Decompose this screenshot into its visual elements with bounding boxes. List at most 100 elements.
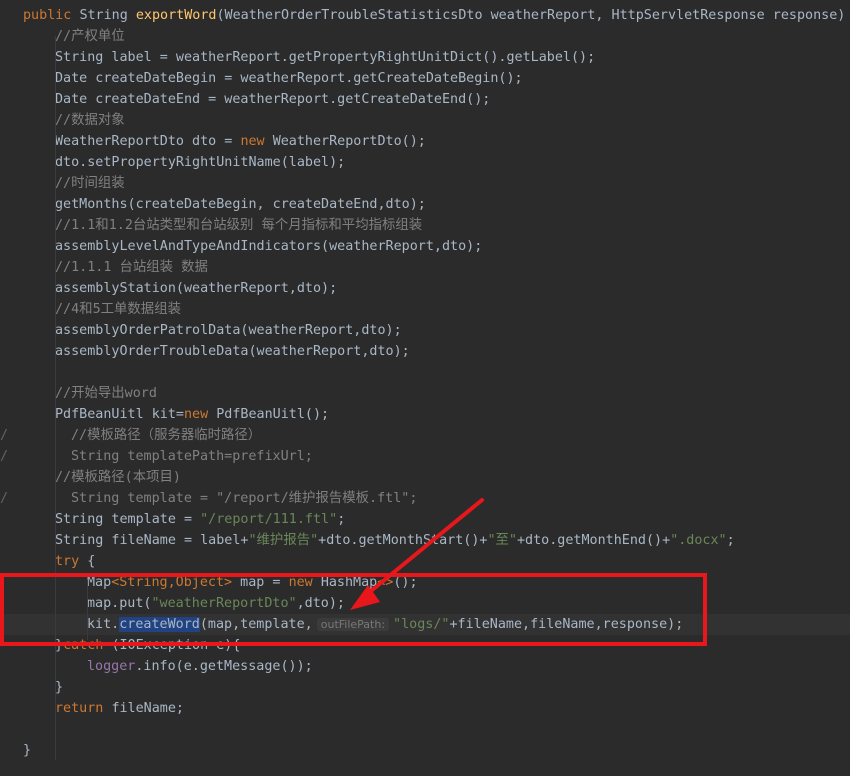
code-line[interactable]: Date createDateBegin = weatherReport.get… — [0, 68, 850, 89]
code-token: assemblyOrderTroubleData(weatherReport,d… — [55, 344, 410, 359]
code-token: String templatePath=prefixUrl; — [71, 449, 313, 464]
code-token: +dto.getMonthEnd()+ — [517, 533, 671, 548]
code-text: PdfBeanUitl kit=new PdfBeanUitl(); — [55, 404, 329, 425]
code-token: dto.setPropertyRightUnitName(label); — [55, 155, 346, 170]
code-text: WeatherReportDto dto = new WeatherReport… — [55, 131, 426, 152]
code-text: //时间组装 — [55, 173, 125, 194]
code-text: } — [23, 740, 31, 761]
code-text: assemblyStation(weatherReport,dto); — [55, 278, 337, 299]
code-text: String label = weatherReport.getProperty… — [55, 47, 595, 68]
code-token: PdfBeanUitl(); — [216, 407, 330, 422]
code-token: String fileName = label+ — [55, 533, 249, 548]
code-token: String template = "/report/维护报告模板.ftl"; — [71, 491, 418, 506]
code-token: String — [79, 8, 136, 23]
code-token: assemblyStation(weatherReport,dto); — [55, 281, 338, 296]
code-line[interactable]: //1.1.1 台站组装 数据 — [0, 257, 850, 278]
code-line[interactable]: WeatherReportDto dto = new WeatherReport… — [0, 131, 850, 152]
code-token: "/report/111.ftl" — [200, 512, 338, 527]
code-token: PdfBeanUitl kit= — [55, 407, 184, 422]
code-line[interactable]: //开始导出word — [0, 383, 850, 404]
code-line[interactable]: //数据对象 — [0, 110, 850, 131]
code-token: +dto.getMonthStart()+ — [318, 533, 488, 548]
code-line[interactable]: assemblyLevelAndTypeAndIndicators(weathe… — [0, 236, 850, 257]
code-line[interactable]: //模板路径(本项目) — [0, 467, 850, 488]
code-line[interactable]: assemblyOrderTroubleData(weatherReport,d… — [0, 341, 850, 362]
code-token: String template = — [55, 512, 201, 527]
code-line[interactable]: String fileName = label+"维护报告"+dto.getMo… — [0, 530, 850, 551]
code-text: assemblyOrderTroubleData(weatherReport,d… — [55, 341, 410, 362]
code-line[interactable]: //产权单位 — [0, 26, 850, 47]
code-text: } — [55, 677, 63, 698]
code-text: String templatePath=prefixUrl; — [71, 446, 313, 467]
code-text: String fileName = label+"维护报告"+dto.getMo… — [55, 530, 735, 551]
code-token: logger — [87, 659, 136, 674]
code-text: String template = "/report/维护报告模板.ftl"; — [71, 488, 417, 509]
code-token: public — [23, 8, 80, 23]
code-text: //开始导出word — [55, 383, 157, 404]
code-token: return — [55, 701, 112, 716]
code-text: //1.1.1 台站组装 数据 — [55, 257, 208, 278]
code-line[interactable]: assemblyOrderPatrolData(weatherReport,dt… — [0, 320, 850, 341]
code-token: ".docx" — [670, 533, 727, 548]
code-line[interactable]: //4和5工单数据组装 — [0, 299, 850, 320]
code-token: "至" — [487, 533, 517, 548]
code-text: getMonths(createDateBegin, createDateEnd… — [55, 194, 426, 215]
code-token: getMonths(createDateBegin, createDateEnd… — [55, 197, 426, 212]
code-token: assemblyLevelAndTypeAndIndicators(weathe… — [55, 239, 483, 254]
code-token: fileName; — [111, 701, 184, 716]
code-line[interactable]: getMonths(createDateBegin, createDateEnd… — [0, 194, 850, 215]
code-token: String label = weatherReport.getProperty… — [55, 50, 596, 65]
code-line[interactable]: assemblyStation(weatherReport,dto); — [0, 278, 850, 299]
code-token: ; — [337, 512, 346, 527]
code-line[interactable]: try { — [0, 551, 850, 572]
code-line[interactable]: / //模板路径（服务器临时路径） — [0, 425, 850, 446]
code-token: //数据对象 — [55, 113, 125, 128]
code-text: //1.1和1.2台站类型和台站级别 每个月指标和平均指标组装 — [55, 215, 422, 236]
gutter-marker: / — [0, 449, 9, 464]
code-text: assemblyLevelAndTypeAndIndicators(weathe… — [55, 236, 482, 257]
code-token: //1.1和1.2台站类型和台站级别 每个月指标和平均指标组装 — [55, 218, 423, 233]
code-line[interactable]: public String exportWord(WeatherOrderTro… — [0, 5, 850, 26]
code-line[interactable]: return fileName; — [0, 698, 850, 719]
code-text: Date createDateEnd = weatherReport.getCr… — [55, 89, 490, 110]
gutter-marker: / — [0, 428, 9, 443]
code-text: public String exportWord(WeatherOrderTro… — [23, 5, 850, 26]
code-text: logger.info(e.getMessage()); — [87, 656, 313, 677]
code-line[interactable] — [0, 719, 850, 740]
code-token: (WeatherOrderTroubleStatisticsDto weathe… — [216, 8, 850, 23]
code-line[interactable]: / String template = "/report/维护报告模板.ftl"; — [0, 488, 850, 509]
code-token: assemblyOrderPatrolData(weatherReport,dt… — [55, 323, 402, 338]
code-token: .info(e.getMessage()); — [135, 659, 313, 674]
code-editor[interactable]: public String exportWord(WeatherOrderTro… — [0, 0, 850, 776]
code-token: } — [23, 743, 32, 758]
code-text: //4和5工单数据组装 — [55, 299, 181, 320]
code-token: new — [240, 134, 273, 149]
code-line[interactable]: / String templatePath=prefixUrl; — [0, 446, 850, 467]
code-line[interactable] — [0, 362, 850, 383]
code-text: dto.setPropertyRightUnitName(label); — [55, 152, 345, 173]
code-line[interactable]: Date createDateEnd = weatherReport.getCr… — [0, 89, 850, 110]
code-line[interactable]: String template = "/report/111.ftl"; — [0, 509, 850, 530]
code-line[interactable]: logger.info(e.getMessage()); — [0, 656, 850, 677]
code-line[interactable]: //1.1和1.2台站类型和台站级别 每个月指标和平均指标组装 — [0, 215, 850, 236]
code-token: Date createDateBegin = weatherReport.get… — [55, 71, 523, 86]
code-token: //1.1.1 台站组装 数据 — [55, 260, 208, 275]
code-text: String template = "/report/111.ftl"; — [55, 509, 345, 530]
code-line[interactable]: PdfBeanUitl kit=new PdfBeanUitl(); — [0, 404, 850, 425]
code-token: Date createDateEnd = weatherReport.getCr… — [55, 92, 491, 107]
code-token: ; — [726, 533, 735, 548]
code-token: "维护报告" — [248, 533, 319, 548]
code-text: //模板路径(本项目) — [55, 467, 181, 488]
code-text: try { — [55, 551, 95, 572]
code-token: { — [87, 554, 96, 569]
code-line[interactable]: } — [0, 740, 850, 761]
code-line[interactable]: dto.setPropertyRightUnitName(label); — [0, 152, 850, 173]
code-line[interactable]: } — [0, 677, 850, 698]
code-line[interactable]: String label = weatherReport.getProperty… — [0, 47, 850, 68]
code-text: //模板路径（服务器临时路径） — [71, 425, 261, 446]
code-text: //数据对象 — [55, 110, 125, 131]
code-line[interactable]: //时间组装 — [0, 173, 850, 194]
code-token: WeatherReportDto dto = — [55, 134, 241, 149]
code-token: new — [184, 407, 217, 422]
code-token: //产权单位 — [55, 29, 125, 44]
